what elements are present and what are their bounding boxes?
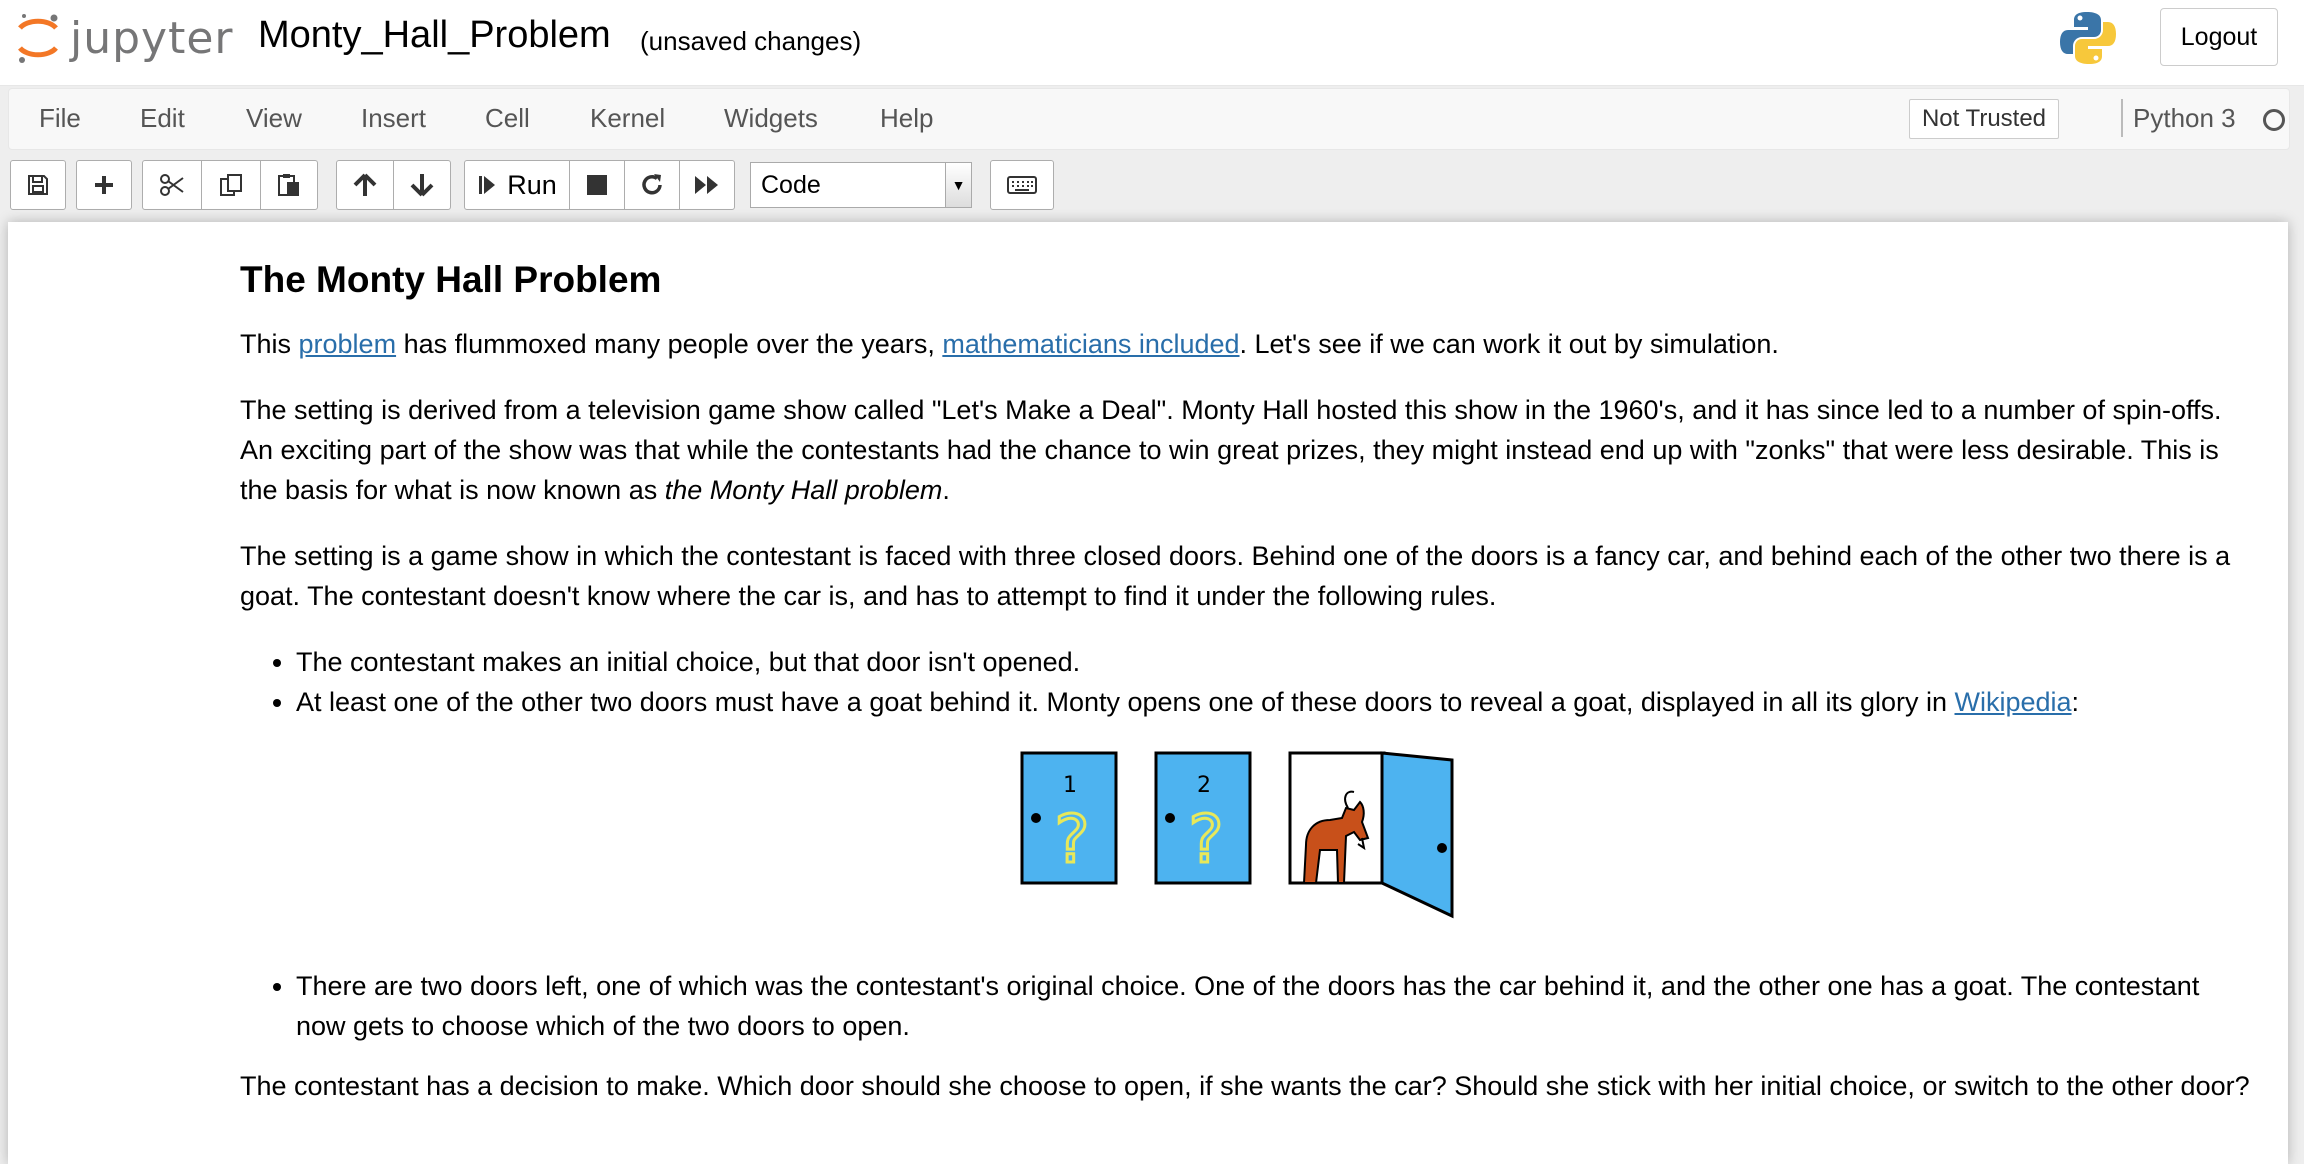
door-1-question: ? [1054, 801, 1089, 878]
python-logo-icon [2060, 12, 2116, 64]
intro-text-end: . Let's see if we can work it out by sim… [1239, 329, 1779, 359]
menu-help[interactable]: Help [880, 103, 933, 134]
problem-link[interactable]: problem [299, 329, 397, 359]
paste-button[interactable] [260, 160, 318, 210]
kernel-divider [2121, 99, 2123, 137]
menu-kernel[interactable]: Kernel [590, 103, 665, 134]
menubar: File Edit View Insert Cell Kernel Widget… [8, 88, 2290, 150]
move-down-button[interactable] [393, 160, 451, 210]
menu-file[interactable]: File [39, 103, 81, 134]
scissors-icon [160, 174, 184, 196]
list-item: At least one of the other two doors must… [296, 682, 2250, 926]
cell-heading: The Monty Hall Problem [240, 259, 662, 300]
notebook-container: The Monty Hall Problem This problem has … [8, 222, 2288, 1164]
menu-insert[interactable]: Insert [361, 103, 426, 134]
keyboard-icon [1007, 176, 1037, 194]
run-button[interactable]: Run [464, 160, 570, 210]
restart-icon [642, 174, 662, 195]
markdown-cell[interactable]: The Monty Hall Problem This problem has … [240, 222, 2250, 1132]
rule-2-text: At least one of the other two doors must… [296, 687, 1955, 717]
copy-icon [220, 174, 242, 196]
menu-cell[interactable]: Cell [485, 103, 530, 134]
plus-icon [95, 176, 113, 194]
move-up-button[interactable] [336, 160, 394, 210]
paragraph-intro: This problem has flummoxed many people o… [240, 324, 2250, 364]
cell-type-select[interactable]: Code ▼ [750, 162, 972, 208]
monty-hall-doors-image: 1 ? 2 ? [240, 750, 2250, 926]
rule-1-text: The contestant makes an initial choice, … [296, 647, 1081, 677]
chevron-down-icon: ▼ [945, 163, 971, 207]
arrow-up-icon [353, 173, 377, 196]
door-2-number: 2 [1197, 773, 1211, 798]
save-button[interactable] [10, 160, 66, 210]
menu-edit[interactable]: Edit [140, 103, 185, 134]
logout-button[interactable]: Logout [2160, 8, 2278, 66]
kernel-idle-indicator-icon [2263, 109, 2285, 131]
rules-list: The contestant makes an initial choice, … [296, 642, 2250, 1046]
list-item: There are two doors left, one of which w… [296, 966, 2250, 1046]
setting-end: . [942, 475, 950, 505]
door-2-question: ? [1188, 801, 1223, 878]
list-item: The contestant makes an initial choice, … [296, 642, 2250, 682]
paragraph-rules-intro: The setting is a game show in which the … [240, 541, 2231, 611]
run-label: Run [507, 169, 557, 200]
menu-widgets[interactable]: Widgets [724, 103, 818, 134]
rule-2-end: : [2071, 687, 2080, 717]
insert-cell-button[interactable] [76, 160, 132, 210]
arrow-down-icon [410, 174, 434, 197]
jupyter-logo-icon [18, 14, 58, 63]
fast-forward-icon [695, 176, 718, 194]
header: jupyter Monty_Hall_Problem (unsaved chan… [0, 0, 2304, 86]
not-trusted-button[interactable]: Not Trusted [1909, 99, 2059, 139]
wikipedia-link[interactable]: Wikipedia [1955, 687, 2072, 717]
intro-text-start: This [240, 329, 299, 359]
mathematicians-link[interactable]: mathematicians included [942, 329, 1239, 359]
copy-button[interactable] [201, 160, 261, 210]
cut-button[interactable] [142, 160, 202, 210]
door-1: 1 ? [1020, 751, 1118, 885]
rule-3-text: There are two doors left, one of which w… [296, 971, 2200, 1041]
restart-button[interactable] [624, 160, 680, 210]
menu-view[interactable]: View [246, 103, 302, 134]
kernel-name[interactable]: Python 3 [2133, 103, 2236, 134]
door-3-open-goat [1288, 751, 1454, 919]
save-status: (unsaved changes) [640, 26, 862, 56]
jupyter-logo[interactable]: jupyter [14, 8, 234, 68]
save-icon [28, 175, 48, 195]
toolbar: Run Code ▼ [0, 150, 2304, 222]
interrupt-button[interactable] [569, 160, 625, 210]
restart-run-all-button[interactable] [679, 160, 735, 210]
door-2: 2 ? [1154, 751, 1252, 885]
paragraph-decision: The contestant has a decision to make. W… [240, 1071, 2250, 1101]
paste-icon [278, 174, 299, 196]
setting-text: The setting is derived from a television… [240, 395, 2222, 505]
doors-illustration: 1 ? 2 ? [1020, 751, 1454, 919]
stop-icon [587, 175, 607, 195]
cell-type-value: Code [761, 170, 821, 199]
door-1-number: 1 [1063, 773, 1077, 798]
setting-emphasis: the Monty Hall problem [664, 475, 943, 505]
command-palette-button[interactable] [990, 160, 1054, 210]
intro-text-middle: has flummoxed many people over the years… [396, 329, 943, 359]
logo-text: jupyter [70, 12, 234, 64]
paragraph-setting: The setting is derived from a television… [240, 390, 2250, 510]
notebook-name[interactable]: Monty_Hall_Problem [258, 14, 611, 57]
step-forward-icon [479, 176, 496, 194]
